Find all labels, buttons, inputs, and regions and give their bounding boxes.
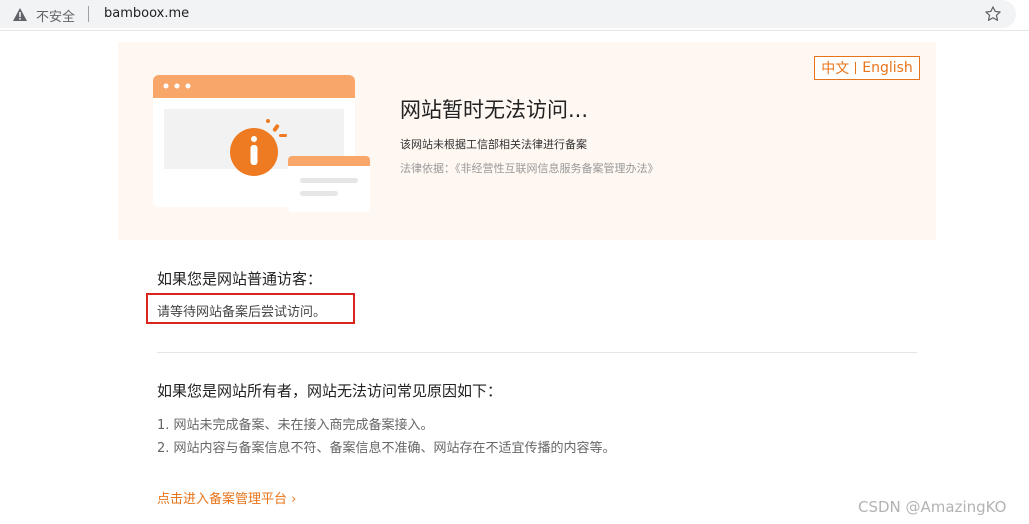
lang-en-link[interactable]: English xyxy=(862,60,913,76)
owner-heading: 如果您是网站所有者，网站无法访问常见原因如下： xyxy=(157,382,503,400)
url-text[interactable]: bamboox.me xyxy=(104,6,189,21)
visitor-instruction: 请等待网站备案后尝试访问。 xyxy=(157,305,327,320)
star-icon[interactable] xyxy=(984,5,1002,23)
law-basis: 法律依据：《非经营性互联网信息服务备案管理办法》 xyxy=(400,162,659,175)
lang-divider xyxy=(855,62,857,74)
reason-list-item: 1. 网站未完成备案、未在接入商完成备案接入。 xyxy=(157,418,434,433)
browser-address-bar: 不安全 bamboox.me xyxy=(0,0,1029,31)
reason-list-item: 2. 网站内容与备案信息不符、备案信息不准确、网站存在不适宜传播的内容等。 xyxy=(157,441,616,456)
page-title: 网站暂时无法访问... xyxy=(400,98,589,122)
security-status[interactable]: 不安全 xyxy=(36,6,75,25)
visitor-heading: 如果您是网站普通访客： xyxy=(157,270,323,288)
section-divider xyxy=(157,352,917,353)
address-separator xyxy=(88,6,89,22)
browser-window-illustration xyxy=(153,75,370,212)
warning-triangle-icon[interactable] xyxy=(12,7,28,22)
language-switch: 中文 English xyxy=(814,56,920,80)
notice-description: 该网站未根据工信部相关法律进行备案 xyxy=(400,138,587,151)
lang-zh-link[interactable]: 中文 xyxy=(821,58,849,78)
watermark: CSDN @AmazingKO xyxy=(858,498,1007,516)
filing-platform-link[interactable]: 点击进入备案管理平台 › xyxy=(157,488,296,507)
